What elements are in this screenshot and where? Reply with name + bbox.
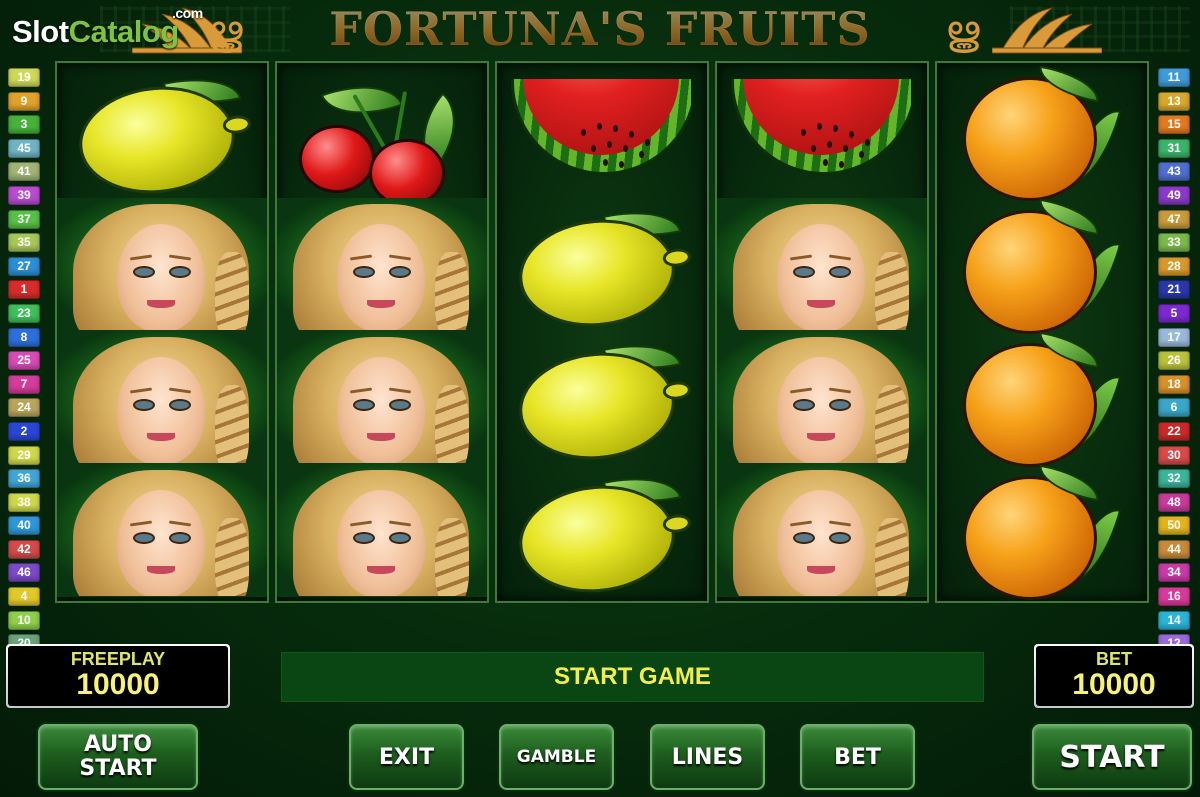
lemon-symbol-icon: [57, 65, 267, 201]
woman-symbol-icon: [277, 464, 487, 597]
payline-indicator: 2: [8, 421, 40, 441]
payline-indicator: 21: [1158, 280, 1190, 300]
reel-2: [275, 61, 489, 603]
lines-button[interactable]: LINES: [650, 724, 765, 790]
payline-indicator: 45: [8, 138, 40, 158]
orange-symbol-icon: [937, 65, 1147, 201]
freeplay-display: FREEPLAY 10000: [6, 644, 230, 708]
payline-indicator: 6: [1158, 398, 1190, 418]
payline-indicator: 31: [1158, 138, 1190, 158]
brand-suffix: .com: [172, 5, 203, 21]
payline-indicator: 34: [1158, 563, 1190, 583]
brand-name-part2: Catalog: [68, 14, 180, 49]
payline-indicator: 33: [1158, 233, 1190, 253]
payline-indicator: 26: [1158, 351, 1190, 371]
bet-label: BET: [1096, 649, 1132, 669]
payline-indicator: 22: [1158, 421, 1190, 441]
auto-start-label-line2: START: [79, 756, 157, 781]
brand-logo: SlotCatalog .com: [12, 5, 203, 50]
payline-indicator: 10: [8, 610, 40, 630]
payline-indicator: 8: [8, 327, 40, 347]
payline-indicator: 15: [1158, 115, 1190, 135]
woman-symbol-icon: [717, 331, 927, 464]
payline-indicator: 5: [1158, 303, 1190, 323]
message-bar: START GAME: [281, 652, 984, 702]
payline-indicator: 35: [8, 233, 40, 253]
reel-3: [495, 61, 709, 603]
game-header: ൠ ൠ FORTUNA'S FRUITS SlotCatalog .com: [0, 0, 1200, 60]
payline-indicator: 17: [1158, 327, 1190, 347]
brand-name-part1: Slot: [12, 14, 69, 49]
payline-indicator: 29: [8, 445, 40, 465]
watermelon-symbol-icon: [717, 65, 927, 198]
payline-indicator: 39: [8, 185, 40, 205]
payline-indicator: 7: [8, 374, 40, 394]
payline-indicator: 38: [8, 492, 40, 512]
payline-indicators-right: 11 13 15 31 43 49 47 33 28 21 5 17 26 18 6 22 30 32 48 50 44…: [1158, 68, 1190, 658]
payline-indicator: 41: [8, 162, 40, 182]
payline-indicator: 18: [1158, 374, 1190, 394]
payline-indicator: 44: [1158, 539, 1190, 559]
payline-indicator: 28: [1158, 256, 1190, 276]
payline-indicator: 40: [8, 516, 40, 536]
payline-indicator: 4: [8, 587, 40, 607]
payline-indicator: 13: [1158, 91, 1190, 111]
auto-start-label-line1: AUTO: [84, 732, 152, 757]
payline-indicator: 46: [8, 563, 40, 583]
payline-indicator: 48: [1158, 492, 1190, 512]
payline-indicator: 36: [8, 469, 40, 489]
bet-display: BET 10000: [1034, 644, 1194, 708]
payline-indicator: 37: [8, 209, 40, 229]
payline-indicator: 1: [8, 280, 40, 300]
lemon-symbol-icon: [497, 464, 707, 600]
woman-symbol-icon: [277, 331, 487, 464]
woman-symbol-icon: [277, 198, 487, 331]
payline-indicator: 11: [1158, 68, 1190, 87]
lemon-symbol-icon: [497, 198, 707, 334]
orange-symbol-icon: [937, 198, 1147, 334]
payline-indicator: 23: [8, 303, 40, 323]
auto-start-button[interactable]: AUTO START: [38, 724, 198, 790]
woman-symbol-icon: [717, 464, 927, 597]
payline-indicator: 14: [1158, 610, 1190, 630]
woman-symbol-icon: [57, 464, 267, 597]
exit-button[interactable]: EXIT: [349, 724, 464, 790]
watermelon-symbol-icon: [497, 65, 707, 198]
gamble-button[interactable]: GAMBLE: [499, 724, 614, 790]
payline-indicator: 3: [8, 115, 40, 135]
orange-symbol-icon: [937, 331, 1147, 467]
orange-symbol-icon: [937, 464, 1147, 600]
payline-indicator: 24: [8, 398, 40, 418]
reel-1: [55, 61, 269, 603]
payline-indicators-left: 19 9 3 45 41 39 37 35 27 1 23 8 25 7 24 2 29 36 38 40 42 46 4 1…: [8, 68, 40, 658]
payline-indicator: 42: [8, 539, 40, 559]
payline-indicator: 19: [8, 68, 40, 87]
woman-symbol-icon: [57, 198, 267, 331]
payline-indicator: 43: [1158, 162, 1190, 182]
payline-indicator: 32: [1158, 469, 1190, 489]
payline-indicator: 49: [1158, 185, 1190, 205]
freeplay-label: FREEPLAY: [70, 649, 166, 669]
payline-indicator: 30: [1158, 445, 1190, 465]
start-button[interactable]: START: [1032, 724, 1192, 790]
reel-5: [935, 61, 1149, 603]
payline-indicator: 47: [1158, 209, 1190, 229]
payline-indicator: 25: [8, 351, 40, 371]
cherries-symbol-icon: [277, 65, 487, 207]
payline-indicator: 27: [8, 256, 40, 276]
payline-indicator: 50: [1158, 516, 1190, 536]
payline-indicator: 16: [1158, 587, 1190, 607]
lemon-symbol-icon: [497, 331, 707, 467]
bet-button[interactable]: BET: [800, 724, 915, 790]
woman-symbol-icon: [57, 331, 267, 464]
reel-4: [715, 61, 929, 603]
bet-value: 10000: [1072, 668, 1156, 701]
freeplay-value: 10000: [76, 668, 160, 701]
woman-symbol-icon: [717, 198, 927, 331]
payline-indicator: 9: [8, 91, 40, 111]
